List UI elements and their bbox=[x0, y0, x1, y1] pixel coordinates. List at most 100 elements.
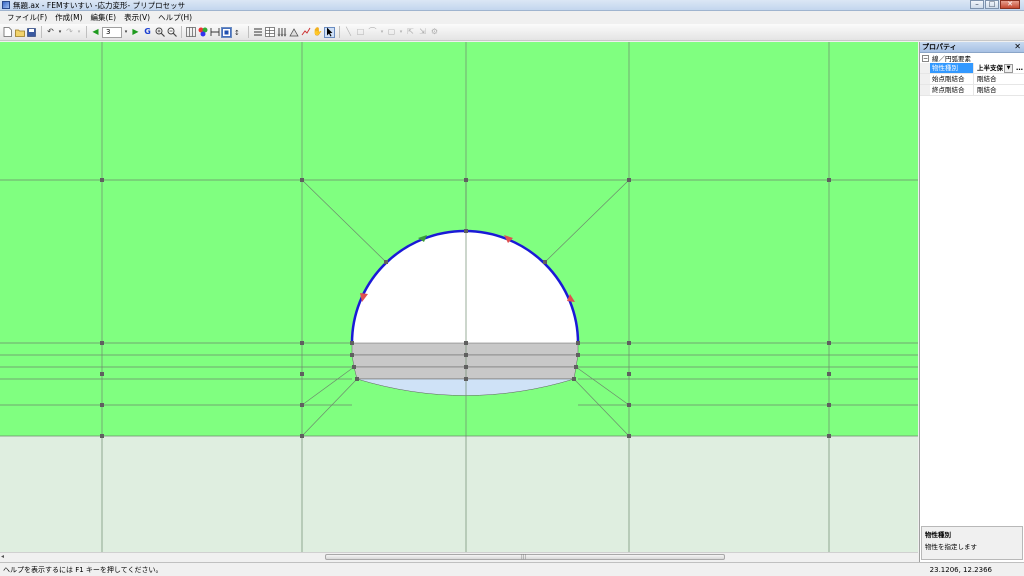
property-value[interactable]: 剛結合 bbox=[974, 85, 1024, 95]
property-value-material[interactable]: 上半支保 ▼ … bbox=[974, 63, 1024, 73]
next-step-icon[interactable]: ▶ bbox=[130, 27, 141, 38]
mesh-node bbox=[627, 403, 631, 407]
close-button[interactable]: ✕ bbox=[1000, 0, 1020, 9]
dropdown-arrow-icon[interactable]: ▼ bbox=[1004, 64, 1013, 73]
settings-icon[interactable]: ⚙ bbox=[429, 27, 440, 38]
mesh-node bbox=[627, 372, 631, 376]
mesh-node bbox=[827, 434, 831, 438]
scroll-thumb[interactable]: ||| bbox=[325, 554, 725, 560]
step-number-input[interactable]: 3 bbox=[102, 26, 122, 38]
description-title: 物性種別 bbox=[925, 531, 951, 539]
menu-file[interactable]: ファイル(F) bbox=[3, 12, 51, 24]
import-icon[interactable]: ⇲ bbox=[417, 27, 428, 38]
mesh-node bbox=[352, 365, 356, 369]
element-select-icon[interactable] bbox=[221, 26, 232, 38]
redo-icon[interactable]: ↷ bbox=[64, 27, 75, 38]
description-text: 物性を指定します bbox=[925, 543, 977, 551]
menu-edit[interactable]: 編集(E) bbox=[87, 12, 121, 24]
status-bar: ヘルプを表示するには F1 キーを押してください。 23.1206, 12.23… bbox=[0, 562, 1024, 576]
new-file-icon[interactable] bbox=[2, 27, 13, 38]
toolbar-separator bbox=[339, 26, 340, 38]
redo-dropdown-icon[interactable]: ▾ bbox=[76, 27, 82, 38]
load-icon[interactable] bbox=[276, 27, 287, 38]
base-region bbox=[0, 436, 918, 552]
mesh-node bbox=[100, 372, 104, 376]
grid-toggle-icon[interactable]: G bbox=[142, 27, 153, 38]
draw-dropdown-icon[interactable]: ▾ bbox=[379, 27, 385, 38]
property-row-material[interactable]: 物性種別 上半支保 ▼ … bbox=[920, 63, 1024, 74]
toolbar-separator bbox=[181, 26, 182, 38]
status-help-text: ヘルプを表示するには F1 キーを押してください。 bbox=[3, 565, 163, 574]
mesh-node bbox=[464, 365, 468, 369]
mesh-node bbox=[464, 353, 468, 357]
menu-create[interactable]: 作成(M) bbox=[51, 12, 86, 24]
step-dropdown-icon[interactable]: ▾ bbox=[123, 27, 129, 38]
mesh-node bbox=[827, 372, 831, 376]
mesh-node bbox=[576, 353, 580, 357]
material-color-icon[interactable] bbox=[197, 27, 208, 38]
collapse-icon[interactable]: − bbox=[922, 54, 929, 62]
mesh-node bbox=[572, 377, 576, 381]
mesh-node bbox=[627, 434, 631, 438]
toolbar-separator bbox=[41, 26, 42, 38]
region-dropdown-icon[interactable]: ▾ bbox=[398, 27, 404, 38]
open-folder-icon[interactable] bbox=[14, 27, 25, 38]
property-row-start-rigid[interactable]: 始点剛結合 剛結合 bbox=[920, 74, 1024, 85]
mesh-node bbox=[100, 434, 104, 438]
mesh-node bbox=[464, 341, 468, 345]
mesh-node bbox=[627, 178, 631, 182]
ellipsis-icon[interactable]: … bbox=[1016, 63, 1023, 73]
scroll-grip-icon: ||| bbox=[521, 554, 527, 560]
properties-panel: プロパティ ✕ − 線／円弧要素 物性種別 上半支保 ▼ … 始点剛結合 剛結合… bbox=[919, 42, 1024, 562]
draw-line-icon[interactable]: ╲ bbox=[343, 27, 354, 38]
drawing-canvas[interactable] bbox=[0, 42, 918, 552]
app-icon bbox=[2, 1, 10, 9]
mesh-node bbox=[300, 341, 304, 345]
dimension-icon[interactable] bbox=[209, 27, 220, 38]
draw-rect-icon[interactable]: □ bbox=[355, 27, 366, 38]
zoom-out-icon[interactable] bbox=[166, 27, 177, 38]
mesh-node bbox=[300, 403, 304, 407]
property-key: 始点剛結合 bbox=[930, 74, 974, 84]
cursor-coordinates: 23.1206, 12.2366 bbox=[929, 565, 992, 574]
mesh-node bbox=[574, 365, 578, 369]
minimize-button[interactable]: – bbox=[970, 0, 984, 9]
mesh-node bbox=[300, 178, 304, 182]
properties-header: プロパティ ✕ bbox=[920, 42, 1024, 53]
mesh-node bbox=[300, 372, 304, 376]
mesh-display-icon[interactable] bbox=[185, 27, 196, 38]
region-icon[interactable]: ▢ bbox=[386, 27, 397, 38]
mesh-node bbox=[627, 341, 631, 345]
property-value[interactable]: 剛結合 bbox=[974, 74, 1024, 84]
table-icon[interactable] bbox=[264, 27, 275, 38]
save-icon[interactable] bbox=[26, 27, 37, 38]
panel-close-icon[interactable]: ✕ bbox=[1014, 42, 1021, 52]
support-icon[interactable] bbox=[288, 27, 299, 38]
toolbar-separator bbox=[86, 26, 87, 38]
property-row-end-rigid[interactable]: 終点剛結合 剛結合 bbox=[920, 85, 1024, 96]
window-title: 無題.ax - FEMすいすい -応力変形- プリプロセッサ bbox=[13, 0, 186, 10]
boundary-condition-icon[interactable] bbox=[252, 27, 263, 38]
pointer-arrow-icon[interactable] bbox=[324, 26, 335, 38]
zoom-in-icon[interactable] bbox=[154, 27, 165, 38]
horizontal-scrollbar[interactable]: ◂ ||| bbox=[0, 552, 918, 561]
draw-arc-icon[interactable]: ⌒ bbox=[367, 27, 378, 38]
node-number-icon[interactable]: ↕ bbox=[233, 27, 244, 38]
previous-step-icon[interactable]: ◀ bbox=[90, 27, 101, 38]
menu-help[interactable]: ヘルプ(H) bbox=[154, 12, 196, 24]
maximize-button[interactable]: □ bbox=[985, 0, 999, 9]
mesh-node bbox=[100, 341, 104, 345]
pan-hand-icon[interactable]: ✋ bbox=[312, 27, 323, 38]
undo-dropdown-icon[interactable]: ▾ bbox=[57, 27, 63, 38]
fem-mesh-view[interactable] bbox=[0, 42, 918, 552]
menu-view[interactable]: 表示(V) bbox=[120, 12, 154, 24]
result-icon[interactable] bbox=[300, 27, 311, 38]
property-group[interactable]: − 線／円弧要素 bbox=[920, 53, 1024, 63]
mesh-node bbox=[543, 260, 547, 264]
export-icon[interactable]: ⇱ bbox=[405, 27, 416, 38]
mesh-node bbox=[350, 353, 354, 357]
scroll-left-icon[interactable]: ◂ bbox=[1, 553, 9, 561]
property-description: 物性種別 物性を指定します bbox=[921, 526, 1023, 560]
svg-text:↕: ↕ bbox=[234, 29, 240, 37]
undo-icon[interactable]: ↶ bbox=[45, 27, 56, 38]
